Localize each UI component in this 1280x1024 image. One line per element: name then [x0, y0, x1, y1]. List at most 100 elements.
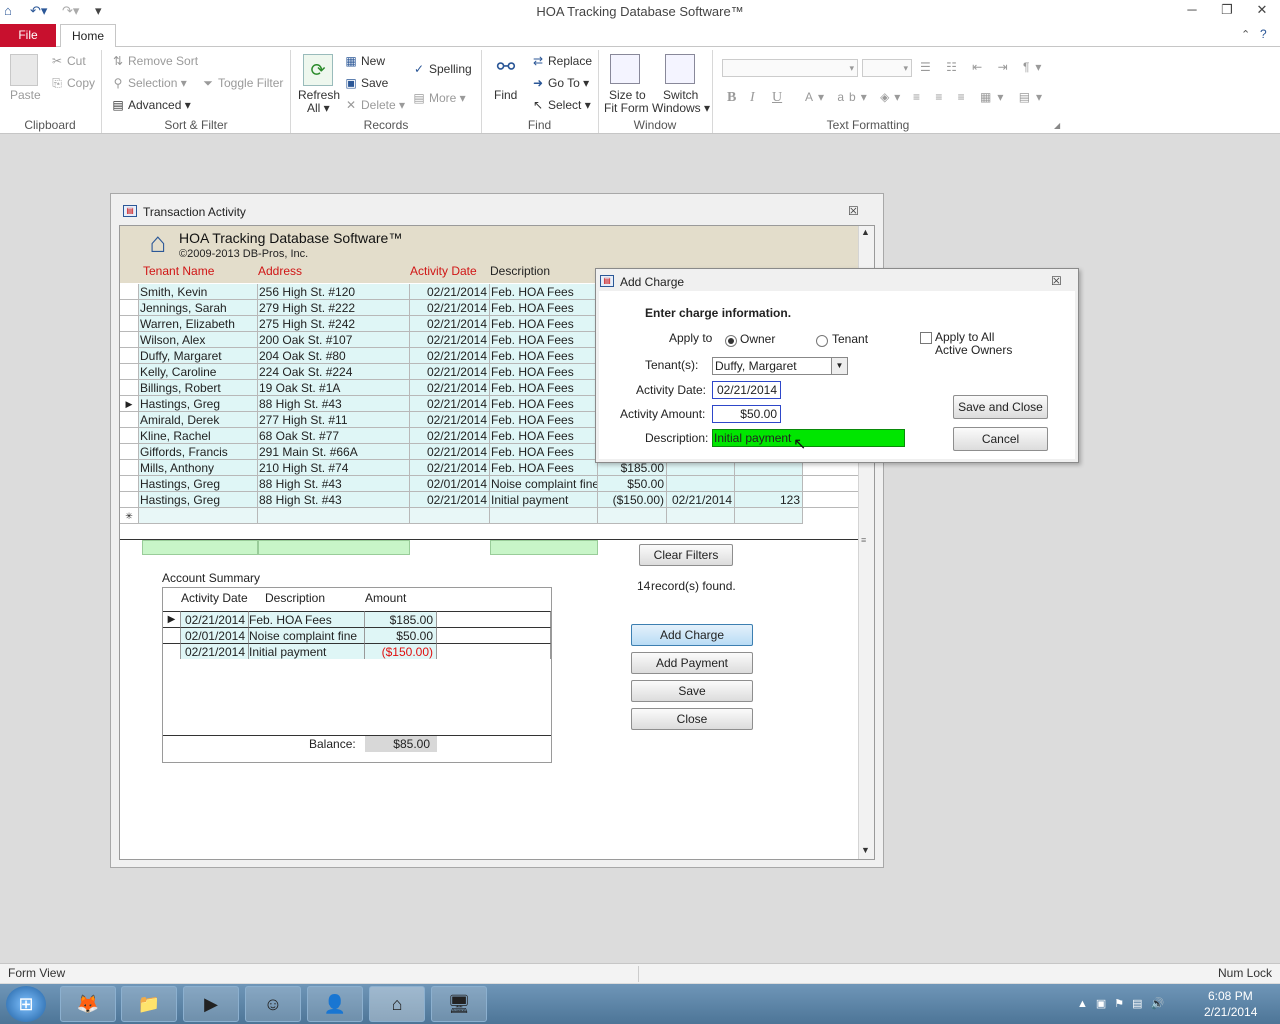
grid-cell-desc[interactable]: Feb. HOA Fees — [490, 444, 598, 460]
summary-cell-date[interactable]: 02/01/2014 — [181, 627, 249, 643]
grid-cell-desc[interactable]: Feb. HOA Fees — [490, 396, 598, 412]
grid-cell-date[interactable]: 02/21/2014 — [410, 396, 490, 412]
refresh-button[interactable]: Refresh — [298, 88, 340, 102]
grid-cell-date2[interactable]: 02/21/2014 — [667, 492, 735, 508]
minimize-icon[interactable]: ─ — [1177, 2, 1207, 22]
grid-cell-name[interactable]: Jennings, Sarah — [139, 300, 258, 316]
grid-cell-date[interactable]: 02/21/2014 — [410, 300, 490, 316]
record-selector[interactable] — [120, 332, 139, 348]
explorer-taskbar-icon[interactable]: 📁 — [121, 986, 177, 1022]
record-selector[interactable] — [120, 348, 139, 364]
summary-cell-date[interactable]: 02/21/2014 — [181, 611, 249, 627]
underline-button[interactable]: U — [772, 90, 782, 106]
record-selector[interactable] — [120, 316, 139, 332]
grid-cell-address[interactable]: 88 High St. #43 — [258, 476, 410, 492]
grid-cell-address[interactable]: 204 Oak St. #80 — [258, 348, 410, 364]
cancel-button[interactable]: Cancel — [953, 427, 1048, 451]
grid-cell-date[interactable]: 02/21/2014 — [410, 492, 490, 508]
scroll-up-icon[interactable]: ▲ — [861, 227, 870, 237]
tenant-radio[interactable] — [816, 335, 828, 347]
activity-amount-field[interactable]: $50.00 — [712, 405, 781, 423]
grid-cell-desc[interactable]: Feb. HOA Fees — [490, 428, 598, 444]
record-selector[interactable] — [120, 460, 139, 476]
grid-cell-desc[interactable]: Feb. HOA Fees — [490, 380, 598, 396]
grid-cell-name[interactable]: Wilson, Alex — [139, 332, 258, 348]
firefox-taskbar-icon[interactable]: 🦊 — [60, 986, 116, 1022]
grid-cell-address[interactable]: 68 Oak St. #77 — [258, 428, 410, 444]
paste-icon[interactable] — [10, 54, 38, 86]
font-name-dropdown[interactable]: ▾ — [722, 59, 858, 77]
grid-cell-address[interactable]: 88 High St. #43 — [258, 492, 410, 508]
grid-cell-desc[interactable]: Initial payment — [490, 492, 598, 508]
grid-cell-address[interactable]: 256 High St. #120 — [258, 284, 410, 300]
grid-cell-name[interactable]: Giffords, Francis — [139, 444, 258, 460]
grid-cell-desc[interactable]: Noise complaint fine — [490, 476, 598, 492]
record-selector[interactable] — [120, 284, 139, 300]
grid-cell-desc[interactable]: Feb. HOA Fees — [490, 460, 598, 476]
record-selector[interactable] — [120, 492, 139, 508]
record-selector[interactable] — [120, 428, 139, 444]
summary-cell-desc[interactable]: Initial payment — [249, 643, 365, 659]
new-record-selector[interactable]: ✳ — [120, 508, 139, 524]
start-button[interactable]: ⊞ — [6, 986, 46, 1022]
col-header-address[interactable]: Address — [258, 264, 302, 278]
new-row-cell[interactable] — [667, 508, 735, 524]
record-selector[interactable]: ▶ — [120, 396, 139, 412]
grid-cell-name[interactable]: Hastings, Greg — [139, 476, 258, 492]
summary-cell-date[interactable]: 02/21/2014 — [181, 643, 249, 659]
align-icons[interactable]: ≡ ≡ ≡ ▦▾ ▤▾ — [913, 90, 1048, 104]
restore-icon[interactable]: ❐ — [1212, 2, 1242, 22]
help-icon[interactable]: ? — [1260, 27, 1267, 41]
remote-app-taskbar-icon[interactable]: 🖥 — [431, 986, 487, 1022]
grid-cell-name[interactable]: Smith, Kevin — [139, 284, 258, 300]
new-row-cell[interactable] — [410, 508, 490, 524]
apply-all-label-1[interactable]: Apply to All — [935, 330, 994, 344]
new-row-cell[interactable] — [735, 508, 803, 524]
scroll-grip-icon[interactable]: ≡ — [861, 535, 866, 545]
activity-date-field[interactable]: 02/21/2014 — [712, 381, 781, 399]
grid-cell-name[interactable]: Hastings, Greg — [139, 492, 258, 508]
grid-cell-date2[interactable] — [667, 476, 735, 492]
grid-cell-name[interactable]: Warren, Elizabeth — [139, 316, 258, 332]
grid-cell-ref[interactable]: 123 — [735, 492, 803, 508]
grid-cell-date[interactable]: 02/21/2014 — [410, 284, 490, 300]
cut-button[interactable]: ✂ Cut — [50, 54, 86, 68]
form-save-button[interactable]: Save — [631, 680, 753, 702]
summary-cell-amount[interactable]: $185.00 — [365, 611, 437, 627]
utility-taskbar-icon[interactable]: ☺ — [245, 986, 301, 1022]
grid-cell-desc[interactable]: Feb. HOA Fees — [490, 364, 598, 380]
add-charge-button[interactable]: Add Charge — [631, 624, 753, 646]
grid-cell-date[interactable]: 02/21/2014 — [410, 348, 490, 364]
font-size-dropdown[interactable]: ▾ — [862, 59, 912, 77]
grid-cell-date[interactable]: 02/21/2014 — [410, 460, 490, 476]
grid-cell-address[interactable]: 277 High St. #11 — [258, 412, 410, 428]
col-header-description[interactable]: Description — [490, 264, 550, 278]
grid-cell-address[interactable]: 224 Oak St. #224 — [258, 364, 410, 380]
switch-windows-label-1[interactable]: Switch — [663, 88, 698, 102]
font-color-icons[interactable]: A▾ ab▾ ◈▾ — [805, 90, 905, 104]
apply-all-label-2[interactable]: Active Owners — [935, 343, 1012, 357]
filter-address-field[interactable] — [258, 540, 410, 555]
col-header-activity-date[interactable]: Activity Date — [410, 264, 477, 278]
grid-cell-name[interactable]: Kelly, Caroline — [139, 364, 258, 380]
grid-cell-date[interactable]: 02/21/2014 — [410, 332, 490, 348]
grid-cell-desc[interactable]: Feb. HOA Fees — [490, 316, 598, 332]
summary-record-selector[interactable] — [163, 643, 181, 659]
dropdown-arrow-icon[interactable]: ▼ — [831, 358, 847, 374]
refresh-icon[interactable]: ⟳ — [303, 54, 333, 86]
filter-description-field[interactable] — [490, 540, 598, 555]
selection-button[interactable]: ⚲ Selection ▾ — [111, 76, 187, 90]
record-selector[interactable] — [120, 364, 139, 380]
owner-radio[interactable] — [725, 335, 737, 347]
grid-cell-address[interactable]: 279 High St. #222 — [258, 300, 410, 316]
user-app-taskbar-icon[interactable]: 👤 — [307, 986, 363, 1022]
copy-button[interactable]: ⎘ Copy — [50, 76, 95, 91]
find-button[interactable]: Find — [494, 88, 517, 102]
grid-cell-address[interactable]: 200 Oak St. #107 — [258, 332, 410, 348]
grid-cell-date[interactable]: 02/21/2014 — [410, 444, 490, 460]
record-selector[interactable] — [120, 412, 139, 428]
grid-cell-desc[interactable]: Feb. HOA Fees — [490, 300, 598, 316]
grid-cell-date[interactable]: 02/21/2014 — [410, 428, 490, 444]
italic-button[interactable]: I — [750, 90, 755, 106]
grid-cell-date[interactable]: 02/21/2014 — [410, 412, 490, 428]
